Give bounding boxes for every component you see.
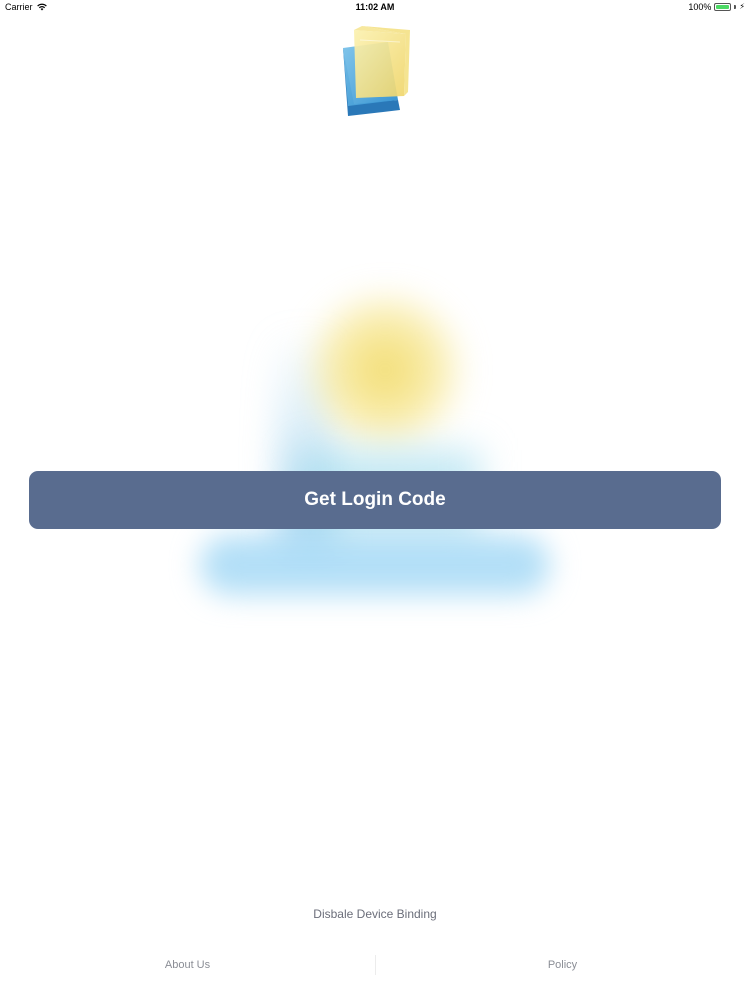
status-right: 100% ⚡ (688, 2, 745, 12)
charging-bolt-icon: ⚡ (739, 2, 745, 11)
about-us-link[interactable]: About Us (0, 959, 375, 971)
status-bar: Carrier 11:02 AM 100% ⚡ (0, 0, 750, 16)
get-login-code-button[interactable]: Get Login Code (29, 471, 721, 529)
clock: 11:02 AM (355, 2, 395, 12)
disable-device-binding-link[interactable]: Disbale Device Binding (0, 907, 750, 921)
footer-bar: About Us Policy (0, 950, 750, 980)
battery-percent: 100% (688, 2, 712, 12)
background-watermark (180, 270, 580, 630)
battery-icon (714, 3, 732, 11)
policy-link[interactable]: Policy (375, 959, 750, 971)
battery-cap (734, 5, 737, 9)
document-stack-logo-icon (343, 26, 410, 116)
login-screen: Carrier 11:02 AM 100% ⚡ Get Login Code D… (0, 0, 750, 1000)
footer-divider (375, 955, 376, 975)
